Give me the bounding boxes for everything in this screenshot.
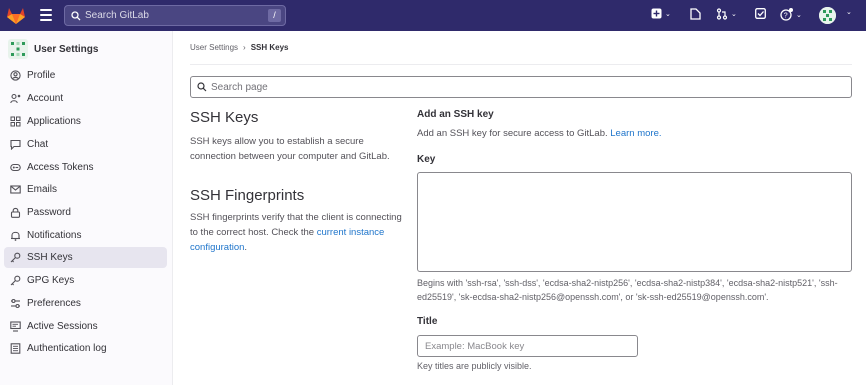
sidebar-item-label: Profile [27,70,56,81]
sidebar-item-profile[interactable]: Profile [4,65,167,86]
sidebar-item-preferences[interactable]: Preferences [4,293,167,314]
todos-button[interactable] [755,8,766,19]
sidebar-item-label: Notifications [27,230,82,241]
chevron-down-icon: ⌄ [665,10,671,18]
breadcrumb-user-settings[interactable]: User Settings [190,43,238,52]
key-textarea[interactable] [417,172,852,272]
issues-icon [690,8,701,20]
account-icon [9,93,21,105]
key-label: Key [417,154,436,165]
ssh-keys-heading: SSH Keys [190,109,259,126]
sidebar-item-label: Authentication log [27,343,107,354]
log-icon [9,343,21,355]
merge-requests-button[interactable]: ⌄ [716,8,737,20]
title-label: Title [417,316,438,327]
mail-icon [9,184,21,196]
help-button[interactable]: ? ⌄ [780,8,802,21]
ssh-fingerprints-heading: SSH Fingerprints [190,187,305,204]
title-input[interactable] [417,335,638,357]
add-key-text: Add an SSH key for secure access to GitL… [417,128,608,139]
sidebar-item-label: SSH Keys [27,252,73,263]
page-search-input[interactable]: Search page [190,76,852,98]
sidebar-item-password[interactable]: Password [4,202,167,223]
learn-more-link[interactable]: Learn more. [610,128,661,139]
ssh-keys-description: SSH keys allow you to establish a secure… [190,136,390,162]
applications-icon [9,116,21,128]
search-icon [197,82,207,92]
user-identicon-icon [8,39,28,59]
breadcrumb: User Settings › SSH Keys [190,43,289,52]
preferences-icon [9,298,21,310]
sidebar-item-active-sessions[interactable]: Active Sessions [4,316,167,337]
chat-icon [9,139,21,151]
sidebar-item-label: Preferences [27,298,81,309]
plus-square-icon [651,8,662,19]
sidebar-header[interactable]: User Settings [8,39,98,59]
search-shortcut-badge: / [268,9,281,22]
lock-icon [9,207,21,219]
sidebar-item-label: Applications [27,116,81,127]
issues-button[interactable] [690,8,701,20]
key-help-text: Begins with 'ssh-rsa', 'ssh-dss', 'ecdsa… [417,278,838,302]
add-ssh-key-description: Add an SSH key for secure access to GitL… [417,128,662,139]
monitor-icon [9,321,21,333]
chevron-right-icon: › [243,43,246,52]
sidebar-item-notifications[interactable]: Notifications [4,225,167,246]
sidebar-item-gpg-keys[interactable]: GPG Keys [4,270,167,291]
sidebar-item-applications[interactable]: Applications [4,111,167,132]
search-icon [71,10,81,20]
global-search-input[interactable]: Search GitLab / [64,5,286,26]
settings-sidebar: User Settings Profile Account Applicatio… [0,31,173,385]
bell-icon [9,230,21,242]
create-new-button[interactable]: ⌄ [651,8,671,19]
token-icon [9,162,21,174]
svg-text:?: ? [784,13,788,20]
chevron-down-icon: ⌄ [796,11,802,19]
top-navbar: Search GitLab / ⌄ ⌄ ? ⌄ ⌄ [0,0,866,31]
merge-request-icon [716,8,728,20]
sidebar-item-label: GPG Keys [27,275,75,286]
divider [190,64,852,65]
sidebar-item-account[interactable]: Account [4,88,167,109]
todo-checkbox-icon [755,8,766,19]
user-avatar[interactable] [819,7,836,24]
key-icon [9,252,21,264]
sidebar-item-ssh-keys[interactable]: SSH Keys [4,247,167,268]
help-icon: ? [780,8,793,21]
sidebar-item-chat[interactable]: Chat [4,134,167,155]
profile-icon [9,70,21,82]
sidebar-item-label: Account [27,93,64,104]
page-search-placeholder: Search page [211,81,268,93]
chevron-down-icon: ⌄ [846,9,852,16]
sidebar-item-label: Emails [27,184,58,195]
title-help-text: Key titles are publicly visible. [417,361,532,371]
sidebar-item-label: Active Sessions [27,321,98,332]
ssh-fingerprints-description: SSH fingerprints verify that the client … [190,210,405,255]
breadcrumb-current[interactable]: SSH Keys [251,43,289,52]
key-icon [9,275,21,287]
global-search-placeholder: Search GitLab [85,10,149,21]
avatar-identicon-icon [819,7,836,24]
sidebar-item-label: Chat [27,139,49,150]
gitlab-logo-icon[interactable] [6,6,26,25]
sidebar-item-authentication-log[interactable]: Authentication log [4,338,167,359]
menu-icon[interactable] [40,9,52,21]
chevron-down-icon: ⌄ [731,11,737,18]
sidebar-title: User Settings [34,43,99,55]
add-ssh-key-title: Add an SSH key [417,109,494,120]
fingerprints-suffix: . [244,242,248,253]
sidebar-item-label: Access Tokens [27,162,94,173]
sidebar-item-label: Password [27,207,71,218]
sidebar-item-emails[interactable]: Emails [4,179,167,200]
sidebar-item-access-tokens[interactable]: Access Tokens [4,157,167,178]
